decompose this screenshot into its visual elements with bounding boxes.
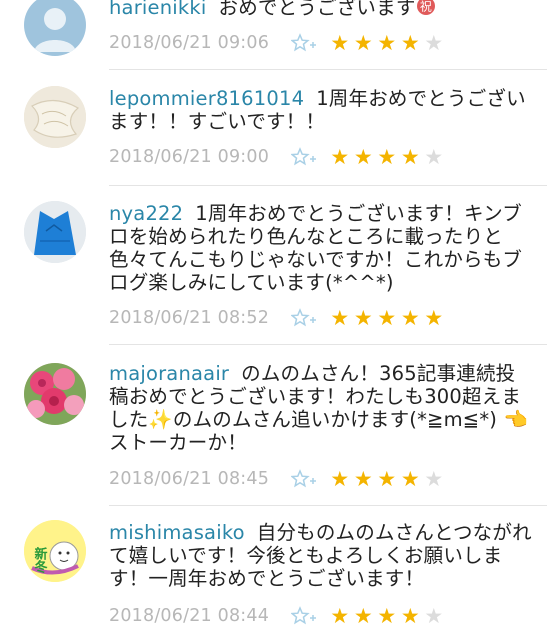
star-filled-icon: ★ <box>424 306 444 330</box>
star-filled-icon: ★ <box>330 604 350 628</box>
star-filled-icon: ★ <box>353 145 373 169</box>
star-filled-icon: ★ <box>400 467 420 491</box>
comment-text: nya222 1周年おめでとうございます！キンブロを始められたり色んなところに載っ… <box>109 202 533 294</box>
star-filled-icon: ★ <box>353 604 373 628</box>
comment-date: 2018/06/21 09:06 <box>109 33 270 53</box>
comment-text: lepommier8161014 1周年おめでとうございます！！すごいです！！ <box>109 87 533 133</box>
favorite-star-icon[interactable] <box>290 147 317 167</box>
star-filled-icon: ★ <box>330 306 350 330</box>
star-filled-icon: ★ <box>400 604 420 628</box>
cream-fabric-photo-icon <box>24 86 86 148</box>
username-link[interactable]: lepommier8161014 <box>109 87 304 110</box>
star-filled-icon: ★ <box>377 467 397 491</box>
star-filled-icon: ★ <box>353 306 373 330</box>
shinto-character-badge-icon: 新冬 <box>24 520 86 582</box>
favorite-star-icon[interactable] <box>290 308 317 328</box>
celebration-emoji-icon: 祝 <box>416 0 436 21</box>
comment-date: 2018/06/21 08:45 <box>109 469 270 489</box>
star-filled-icon: ★ <box>353 467 373 491</box>
divider <box>109 69 547 70</box>
celebration-emoji-glyph: 祝 <box>419 0 431 14</box>
sparkle-emoji-icon: ✨ <box>148 408 173 431</box>
star-filled-icon: ★ <box>377 306 397 330</box>
star-empty-icon: ★ <box>424 31 444 55</box>
star-empty-icon: ★ <box>424 604 444 628</box>
avatar[interactable] <box>24 86 86 148</box>
divider <box>109 344 547 345</box>
rating-stars: ★ ★ ★ ★ ★ <box>328 146 446 168</box>
comment-text: harienikki おめでとうございます祝 <box>109 0 533 21</box>
rating-stars: ★ ★ ★ ★ ★ <box>328 605 446 627</box>
comment-text: mishimasaiko 自分ものムのムさんとつながれて嬉しいです！今後ともよろし… <box>109 521 533 590</box>
badge-text: 新冬 <box>32 546 48 574</box>
username-link[interactable]: harienikki <box>109 0 207 19</box>
divider <box>109 505 547 506</box>
star-filled-icon: ★ <box>330 31 350 55</box>
rating-stars: ★ ★ ★ ★ ★ <box>328 307 446 329</box>
avatar[interactable] <box>24 201 86 263</box>
star-filled-icon: ★ <box>377 145 397 169</box>
comment-date: 2018/06/21 09:00 <box>109 147 270 167</box>
rating-stars: ★ ★ ★ ★ ★ <box>328 468 446 490</box>
comment-body: おめでとうございます <box>218 0 416 19</box>
favorite-star-icon[interactable] <box>290 469 317 489</box>
default-user-icon <box>34 8 76 52</box>
favorite-star-icon[interactable] <box>290 33 317 53</box>
avatar[interactable] <box>24 363 86 425</box>
star-filled-icon: ★ <box>400 31 420 55</box>
star-empty-icon: ★ <box>424 467 444 491</box>
star-filled-icon: ★ <box>330 467 350 491</box>
star-filled-icon: ★ <box>330 145 350 169</box>
avatar[interactable]: 新冬 <box>24 520 86 582</box>
star-filled-icon: ★ <box>377 604 397 628</box>
blue-dress-photo-icon <box>24 201 86 263</box>
star-filled-icon: ★ <box>400 306 420 330</box>
avatar[interactable] <box>24 0 86 56</box>
rating-stars: ★ ★ ★ ★ ★ <box>328 32 446 54</box>
username-link[interactable]: nya222 <box>109 202 183 225</box>
star-filled-icon: ★ <box>353 31 373 55</box>
star-filled-icon: ★ <box>377 31 397 55</box>
pink-roses-photo-icon <box>24 363 86 425</box>
username-link[interactable]: mishimasaiko <box>109 521 245 544</box>
favorite-star-icon[interactable] <box>290 606 317 626</box>
comment-text: majoranaair のムのムさん！365記事連続投稿おめでとうございます！わた… <box>109 362 533 454</box>
comment-date: 2018/06/21 08:44 <box>109 606 270 626</box>
username-link[interactable]: majoranaair <box>109 362 229 385</box>
star-filled-icon: ★ <box>400 145 420 169</box>
star-empty-icon: ★ <box>424 145 444 169</box>
divider <box>109 185 547 186</box>
comment-date: 2018/06/21 08:52 <box>109 308 270 328</box>
